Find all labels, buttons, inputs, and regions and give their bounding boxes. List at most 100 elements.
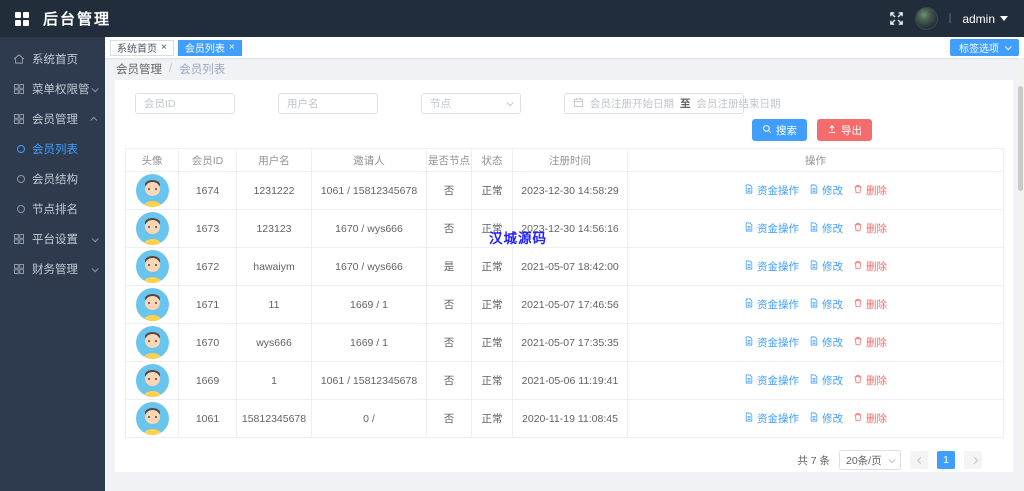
cell-member-id: 1671: [178, 285, 237, 324]
sidebar-item-menu-permission[interactable]: 菜单权限管理: [0, 74, 105, 104]
edit-link[interactable]: 修改: [809, 221, 843, 236]
fund-operation-link[interactable]: 资金操作: [744, 373, 799, 388]
user-menu[interactable]: admin: [962, 12, 1008, 26]
sidebar-item-member-structure[interactable]: 会员结构: [0, 164, 105, 194]
next-page-button[interactable]: [964, 451, 982, 469]
current-page-button[interactable]: 1: [937, 451, 955, 469]
cell-inviter: 1061 / 15812345678: [311, 171, 427, 210]
sidebar-item-label: 财务管理: [32, 264, 78, 276]
table-row: 1674 1231222 1061 / 15812345678 否 正常 202…: [125, 171, 1004, 210]
fund-operation-link[interactable]: 资金操作: [744, 297, 799, 312]
col-header-status: 状态: [471, 148, 513, 172]
document-icon: [744, 222, 754, 235]
cell-member-id: 1669: [178, 361, 237, 400]
fund-operation-link[interactable]: 资金操作: [744, 221, 799, 236]
breadcrumb-first[interactable]: 会员管理: [116, 61, 162, 77]
tab-member-list[interactable]: 会员列表 ×: [177, 39, 242, 56]
export-button[interactable]: 导出: [817, 119, 872, 141]
close-icon[interactable]: ×: [161, 42, 167, 53]
member-id-input[interactable]: [135, 93, 235, 114]
sidebar-item-member-management[interactable]: 会员管理: [0, 104, 105, 134]
edit-link[interactable]: 修改: [809, 183, 843, 198]
sidebar-item-finance-management[interactable]: 财务管理: [0, 254, 105, 284]
document-icon: [809, 260, 819, 273]
sidebar-item-member-list[interactable]: 会员列表: [0, 134, 105, 164]
chevron-up-icon: [90, 116, 98, 124]
cell-status: 正常: [471, 361, 513, 400]
chevron-down-icon: [506, 99, 514, 107]
cell-status: 正常: [471, 399, 513, 438]
member-avatar: [135, 212, 169, 245]
sidebar-item-label: 菜单权限管理: [32, 84, 90, 96]
export-button-label: 导出: [841, 124, 862, 137]
chevron-down-icon: [91, 234, 99, 242]
edit-label: 修改: [822, 185, 843, 197]
tag-options-label: 标签选项: [959, 44, 999, 55]
grid-icon: [13, 113, 25, 125]
cell-inviter: 1669 / 1: [311, 285, 427, 324]
cell-is-node: 否: [426, 399, 472, 438]
document-icon: [809, 222, 819, 235]
cell-username: 1: [236, 361, 312, 400]
fund-operation-link[interactable]: 资金操作: [744, 335, 799, 350]
close-icon[interactable]: ×: [229, 42, 235, 53]
col-header-operations: 操作: [627, 148, 1004, 172]
delete-link[interactable]: 删除: [853, 259, 887, 274]
prev-page-button[interactable]: [910, 451, 928, 469]
username-input[interactable]: [278, 93, 378, 114]
cell-member-id: 1672: [178, 247, 237, 286]
delete-link[interactable]: 删除: [853, 183, 887, 198]
grid-icon: [13, 263, 25, 275]
cell-status: 正常: [471, 285, 513, 324]
tab-home[interactable]: 系统首页 ×: [110, 39, 174, 56]
table-row: 1673 123123 1670 / wys666 否 正常 2023-12-3…: [125, 209, 1004, 248]
cell-is-node: 否: [426, 323, 472, 362]
sidebar-item-home[interactable]: 系统首页: [0, 44, 105, 74]
page-size-select[interactable]: 20条/页: [839, 450, 901, 470]
chevron-down-icon: [888, 455, 896, 463]
radio-circle-icon: [17, 145, 25, 153]
cell-inviter: 0 /: [311, 399, 427, 438]
trash-icon: [853, 184, 863, 197]
document-icon: [809, 184, 819, 197]
document-icon: [744, 260, 754, 273]
user-avatar[interactable]: [914, 7, 938, 30]
delete-link[interactable]: 删除: [853, 297, 887, 312]
trash-icon: [853, 374, 863, 387]
scrollbar[interactable]: [1018, 58, 1023, 488]
fund-operation-link[interactable]: 资金操作: [744, 259, 799, 274]
trash-icon: [853, 298, 863, 311]
delete-link[interactable]: 删除: [853, 411, 887, 426]
document-icon: [744, 298, 754, 311]
document-icon: [744, 412, 754, 425]
edit-link[interactable]: 修改: [809, 259, 843, 274]
edit-link[interactable]: 修改: [809, 297, 843, 312]
delete-link[interactable]: 删除: [853, 335, 887, 350]
sidebar-item-platform-settings[interactable]: 平台设置: [0, 224, 105, 254]
delete-link[interactable]: 删除: [853, 221, 887, 236]
node-select[interactable]: 节点: [421, 93, 521, 114]
search-form: 节点 会员注册开始日期 至 会员注册结束日期: [115, 80, 1013, 114]
cell-username: 11: [236, 285, 312, 324]
fund-operation-link[interactable]: 资金操作: [744, 411, 799, 426]
edit-link[interactable]: 修改: [809, 335, 843, 350]
scrollbar-thumb[interactable]: [1018, 86, 1023, 191]
search-button[interactable]: 搜索: [752, 119, 807, 141]
edit-link[interactable]: 修改: [809, 411, 843, 426]
fullscreen-icon[interactable]: [889, 11, 904, 26]
tag-options-button[interactable]: 标签选项: [950, 39, 1019, 56]
delete-link[interactable]: 删除: [853, 373, 887, 388]
sidebar-item-node-ranking[interactable]: 节点排名: [0, 194, 105, 224]
cell-username: 15812345678: [236, 399, 312, 438]
cell-inviter: 1670 / wys666: [311, 247, 427, 286]
document-icon: [744, 336, 754, 349]
register-date-range-input[interactable]: 会员注册开始日期 至 会员注册结束日期: [564, 93, 781, 114]
col-header-avatar: 头像: [125, 148, 179, 172]
trash-icon: [853, 222, 863, 235]
fund-operation-link[interactable]: 资金操作: [744, 183, 799, 198]
edit-link[interactable]: 修改: [809, 373, 843, 388]
cell-is-node: 否: [426, 285, 472, 324]
row-operations: 资金操作 修改 删除: [629, 183, 1003, 198]
document-icon: [809, 374, 819, 387]
cell-reg-time: 2023-12-30 14:58:29: [512, 171, 628, 210]
